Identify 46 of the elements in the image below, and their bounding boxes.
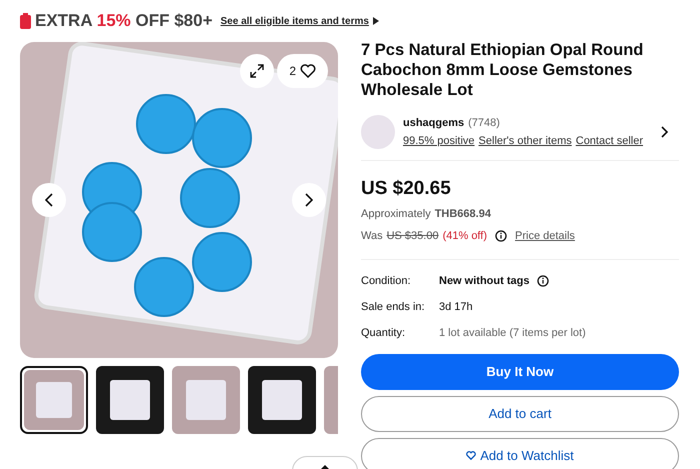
approx-price: THB668.94 <box>434 206 491 222</box>
photo-placeholder <box>24 370 84 430</box>
seller-feedback-count: (7748) <box>468 116 500 130</box>
detail-value: 3d 17h <box>439 300 473 315</box>
thumbnail[interactable] <box>20 366 88 434</box>
thumbnail[interactable] <box>96 366 164 434</box>
info-icon <box>537 275 550 287</box>
previous-button[interactable] <box>32 183 66 217</box>
promo-terms-link[interactable]: See all eligible items and terms <box>220 14 369 28</box>
detail-label: Sale ends in: <box>361 300 426 315</box>
thumbnail[interactable] <box>172 366 240 434</box>
was-price: US $35.00 <box>386 229 439 244</box>
photo-placeholder <box>96 366 164 434</box>
was-label: Was <box>361 229 383 244</box>
info-icon <box>495 230 508 242</box>
thumbnail[interactable] <box>248 366 316 434</box>
seller-avatar <box>361 115 395 149</box>
detail-value: New without tags <box>439 274 530 289</box>
detail-value: 1 lot available (7 items per lot) <box>439 326 586 341</box>
expand-button[interactable] <box>240 54 274 88</box>
approx-label: Approximately <box>361 206 431 222</box>
seller-name: ushaqgems <box>403 116 464 130</box>
buy-now-button[interactable]: Buy It Now <box>361 354 679 390</box>
seller-link[interactable]: 99.5% positive <box>403 133 475 150</box>
chevron-left-icon <box>45 193 53 207</box>
product-title: 7 Pcs Natural Ethiopian Opal Round Cabochon 8mm Loose Gemstones Wholesale Lot <box>361 40 644 100</box>
photo-placeholder <box>248 366 316 434</box>
watch-count-button[interactable]: 2 <box>277 54 328 88</box>
detail-label: Condition: <box>361 274 412 289</box>
caret-icon <box>372 17 379 25</box>
seller-link[interactable]: Contact seller <box>576 133 644 150</box>
seller-link[interactable]: Seller's other items <box>478 133 572 150</box>
promo-text: EXTRA 15% OFF $80+ <box>35 10 213 32</box>
heart-icon <box>466 451 476 460</box>
expand-icon <box>249 63 265 79</box>
watchlist-button[interactable]: Add to Watchlist <box>361 438 679 469</box>
tag-icon <box>20 13 31 29</box>
add-to-cart-button[interactable]: Add to cart <box>361 396 679 432</box>
photo-placeholder <box>172 366 240 434</box>
discount: (41% off) <box>442 229 488 244</box>
detail-label: Quantity: <box>361 326 406 341</box>
price-details-link[interactable]: Price details <box>515 228 575 244</box>
chevron-right-icon <box>305 193 313 207</box>
chevron-right-icon[interactable] <box>661 126 669 138</box>
price: US $20.65 <box>361 177 452 201</box>
heart-icon <box>300 64 316 78</box>
